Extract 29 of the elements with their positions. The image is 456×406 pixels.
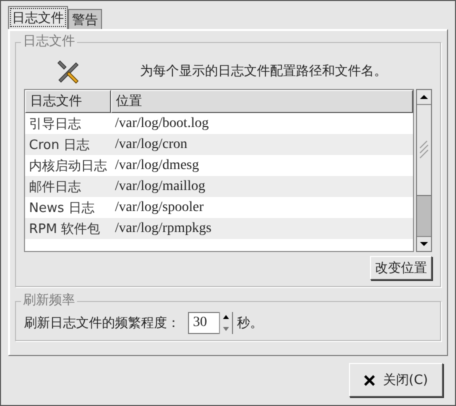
table-cell-text: 内核启动日志 (28, 158, 108, 174)
table-cell-text: 引导日志 (28, 116, 82, 132)
frame-title: 刷新频率 (21, 293, 77, 309)
seconds-spinbox[interactable]: 30 (188, 312, 233, 334)
table-cell-text: /var/log/dmesg (114, 158, 200, 174)
scrollbar[interactable] (416, 89, 432, 252)
column-header[interactable]: 位置 (111, 90, 413, 113)
frame-title: 日志文件 (21, 34, 77, 50)
table-cell-text: News 日志 (28, 200, 96, 216)
description-text: 为每个显示的日志文件配置路径和文件名。 (140, 63, 387, 80)
tab[interactable]: 警告 (68, 9, 102, 29)
close-icon (364, 374, 375, 386)
table-cell-text: 邮件日志 (28, 178, 82, 196)
table-cell-text: RPM 软件包 (28, 220, 102, 238)
refresh-label: 刷新日志文件的频繁程度： (24, 315, 180, 332)
scroll-up-icon[interactable] (417, 90, 431, 105)
table-cell-text: /var/log/maillog (114, 178, 206, 194)
table-cell-text: /var/log/cron (114, 136, 188, 152)
table-cell-text: Cron 日志 (28, 136, 90, 154)
unit-label: 秒。 (237, 315, 263, 332)
tab[interactable]: 日志文件 (8, 6, 68, 29)
close-button[interactable]: 关闭(C) (348, 363, 443, 397)
column-header[interactable]: 日志文件 (25, 90, 111, 113)
table-cell-text: /var/log/spooler (114, 200, 205, 216)
table-cell-text: /var/log/rpmpkgs (114, 220, 212, 236)
scroll-thumb[interactable] (417, 105, 431, 196)
change-location-button[interactable]: 改变位置 (370, 256, 432, 280)
table-cell-text: /var/log/boot.log (114, 116, 210, 132)
scroll-down-icon[interactable] (417, 236, 431, 251)
